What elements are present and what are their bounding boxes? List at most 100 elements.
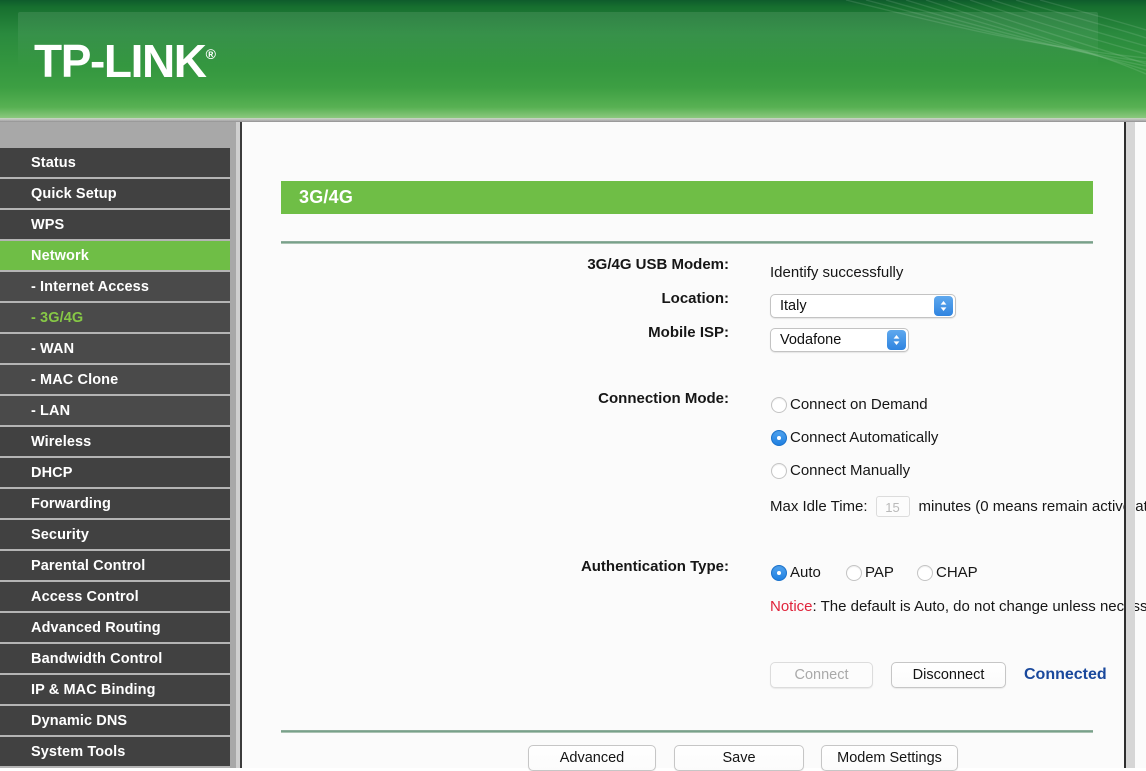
mobile-isp-label: Mobile ISP: bbox=[648, 323, 729, 341]
radio-connect-manually[interactable] bbox=[771, 462, 787, 479]
notice-text: : The default is Auto, do not change unl… bbox=[812, 598, 1146, 615]
sidebar-item-dhcp[interactable]: DHCP bbox=[0, 458, 230, 489]
connection-mode-option-0[interactable]: Connect on Demand bbox=[771, 396, 928, 413]
sidebar-item-parental-control[interactable]: Parental Control bbox=[0, 551, 230, 582]
save-button[interactable]: Save bbox=[674, 745, 804, 771]
sidebar-item-label: Access Control bbox=[31, 588, 139, 605]
sidebar-item-status[interactable]: Status bbox=[0, 148, 230, 179]
connection-mode-label: Connection Mode: bbox=[598, 389, 729, 407]
registered-mark: ® bbox=[205, 46, 216, 62]
auth-type-option-1-label: PAP bbox=[865, 564, 894, 581]
connection-status-badge: Connected bbox=[1024, 666, 1107, 683]
connection-mode-option-0-label: Connect on Demand bbox=[790, 396, 928, 413]
sidebar-item-forwarding[interactable]: Forwarding bbox=[0, 489, 230, 520]
radio-auth-pap[interactable] bbox=[846, 564, 862, 581]
sidebar-item-internet-access[interactable]: - Internet Access bbox=[0, 272, 230, 303]
router-admin-page: TP-LINK® Status Quick Setup WPS Network - In… bbox=[0, 0, 1146, 771]
content-right-gutter bbox=[1126, 122, 1135, 768]
max-idle-time-suffix: minutes (0 means remain active at all ti… bbox=[918, 498, 1146, 515]
radio-auth-auto[interactable] bbox=[771, 564, 787, 581]
max-idle-time-label: Max Idle Time: bbox=[770, 498, 868, 515]
location-label: Location: bbox=[661, 289, 730, 307]
auth-type-notice: Notice: The default is Auto, do not chan… bbox=[770, 598, 1146, 615]
sidebar-item-label: System Tools bbox=[31, 743, 126, 760]
page-title-bar: 3G/4G bbox=[281, 181, 1093, 214]
sidebar-item-bandwidth-control[interactable]: Bandwidth Control bbox=[0, 644, 230, 675]
sidebar-item-label: - Internet Access bbox=[31, 278, 150, 295]
connection-mode-option-2[interactable]: Connect Manually bbox=[771, 462, 910, 479]
connection-mode-option-1-label: Connect Automatically bbox=[790, 429, 939, 446]
main-content: 3G/4G 3G/4G USB Modem: Identify successf… bbox=[242, 122, 1146, 771]
sidebar-item-label: DHCP bbox=[31, 464, 73, 481]
chevron-updown-icon bbox=[934, 296, 953, 316]
auth-type-option-2-label: CHAP bbox=[936, 564, 978, 581]
sidebar-item-label: - 3G/4G bbox=[31, 309, 84, 326]
connection-mode-option-1[interactable]: Connect Automatically bbox=[771, 429, 938, 446]
sidebar-item-label: Bandwidth Control bbox=[31, 650, 163, 667]
sidebar-nav: Status Quick Setup WPS Network - Internet Ac… bbox=[0, 122, 236, 768]
sidebar-item-label: WPS bbox=[31, 216, 65, 233]
connection-mode-option-2-label: Connect Manually bbox=[790, 462, 911, 479]
max-idle-time-row: Max Idle Time: 15 minutes (0 means remai… bbox=[770, 496, 1146, 517]
sidebar-item-label: Wireless bbox=[31, 433, 92, 450]
max-idle-time-input[interactable]: 15 bbox=[875, 496, 910, 517]
sidebar-item-lan[interactable]: - LAN bbox=[0, 396, 230, 427]
mobile-isp-select-value: Vodafone bbox=[780, 332, 842, 348]
content-top-divider bbox=[281, 241, 1093, 244]
page-body: Status Quick Setup WPS Network - Internet Ac… bbox=[0, 122, 1146, 771]
mobile-isp-select[interactable]: Vodafone bbox=[770, 328, 909, 352]
sidebar-item-label: Dynamic DNS bbox=[31, 712, 128, 729]
sidebar-item-network[interactable]: Network bbox=[0, 241, 230, 272]
sidebar-top-spacer bbox=[0, 122, 236, 148]
page-title: 3G/4G bbox=[299, 187, 354, 207]
sidebar-item-label: - WAN bbox=[31, 340, 75, 357]
sidebar-item-security[interactable]: Security bbox=[0, 520, 230, 551]
connect-button[interactable]: Connect bbox=[770, 662, 873, 688]
sidebar-item-label: IP & MAC Binding bbox=[31, 681, 156, 698]
sidebar-item-wireless[interactable]: Wireless bbox=[0, 427, 230, 458]
sidebar-item-label: Network bbox=[31, 247, 89, 264]
sidebar-item-label: Security bbox=[31, 526, 90, 543]
location-select-value: Italy bbox=[780, 298, 807, 314]
sidebar-item-list: Status Quick Setup WPS Network - Internet Ac… bbox=[0, 148, 236, 768]
sidebar-item-advanced-routing[interactable]: Advanced Routing bbox=[0, 613, 230, 644]
logo-wordmark: TP-LINK bbox=[34, 35, 207, 87]
sidebar-item-label: Parental Control bbox=[31, 557, 146, 574]
radio-connect-on-demand[interactable] bbox=[771, 396, 787, 413]
auth-type-option-0-label: Auto bbox=[790, 564, 821, 581]
advanced-button[interactable]: Advanced bbox=[528, 745, 656, 771]
location-select[interactable]: Italy bbox=[770, 294, 956, 318]
banner-swoosh-decoration bbox=[845, 0, 1146, 75]
sidebar-item-label: Status bbox=[31, 154, 76, 171]
sidebar-item-ip-mac-binding[interactable]: IP & MAC Binding bbox=[0, 675, 230, 706]
brand-banner: TP-LINK® bbox=[0, 0, 1146, 122]
sidebar-item-dynamic-dns[interactable]: Dynamic DNS bbox=[0, 706, 230, 737]
sidebar-item-3g-4g[interactable]: - 3G/4G bbox=[0, 303, 230, 334]
modem-status-label: 3G/4G USB Modem: bbox=[587, 255, 729, 273]
sidebar-item-quick-setup[interactable]: Quick Setup bbox=[0, 179, 230, 210]
sidebar-item-wps[interactable]: WPS bbox=[0, 210, 230, 241]
modem-settings-button[interactable]: Modem Settings bbox=[821, 745, 958, 771]
sidebar-item-label: - MAC Clone bbox=[31, 371, 119, 388]
disconnect-button[interactable]: Disconnect bbox=[891, 662, 1006, 688]
sidebar-item-label: Quick Setup bbox=[31, 185, 117, 202]
modem-status-value: Identify successfully bbox=[770, 264, 904, 281]
radio-auth-chap[interactable] bbox=[917, 564, 933, 581]
auth-type-option-2[interactable]: CHAP bbox=[917, 564, 978, 581]
sidebar-item-system-tools[interactable]: System Tools bbox=[0, 737, 230, 768]
sidebar-item-mac-clone[interactable]: - MAC Clone bbox=[0, 365, 230, 396]
auth-type-option-1[interactable]: PAP bbox=[846, 564, 894, 581]
content-right-border bbox=[1124, 122, 1126, 768]
auth-type-label: Authentication Type: bbox=[580, 557, 729, 575]
notice-keyword: Notice bbox=[770, 598, 813, 615]
auth-type-option-0[interactable]: Auto bbox=[771, 564, 821, 581]
sidebar-item-wan[interactable]: - WAN bbox=[0, 334, 230, 365]
sidebar-item-label: Forwarding bbox=[31, 495, 111, 512]
radio-connect-automatically[interactable] bbox=[771, 429, 787, 446]
sidebar-item-label: Advanced Routing bbox=[31, 619, 161, 636]
sidebar-item-access-control[interactable]: Access Control bbox=[0, 582, 230, 613]
content-bottom-divider bbox=[281, 730, 1093, 733]
tplink-logo: TP-LINK® bbox=[34, 38, 216, 84]
sidebar-item-label: - LAN bbox=[31, 402, 71, 419]
chevron-updown-icon bbox=[887, 330, 906, 350]
